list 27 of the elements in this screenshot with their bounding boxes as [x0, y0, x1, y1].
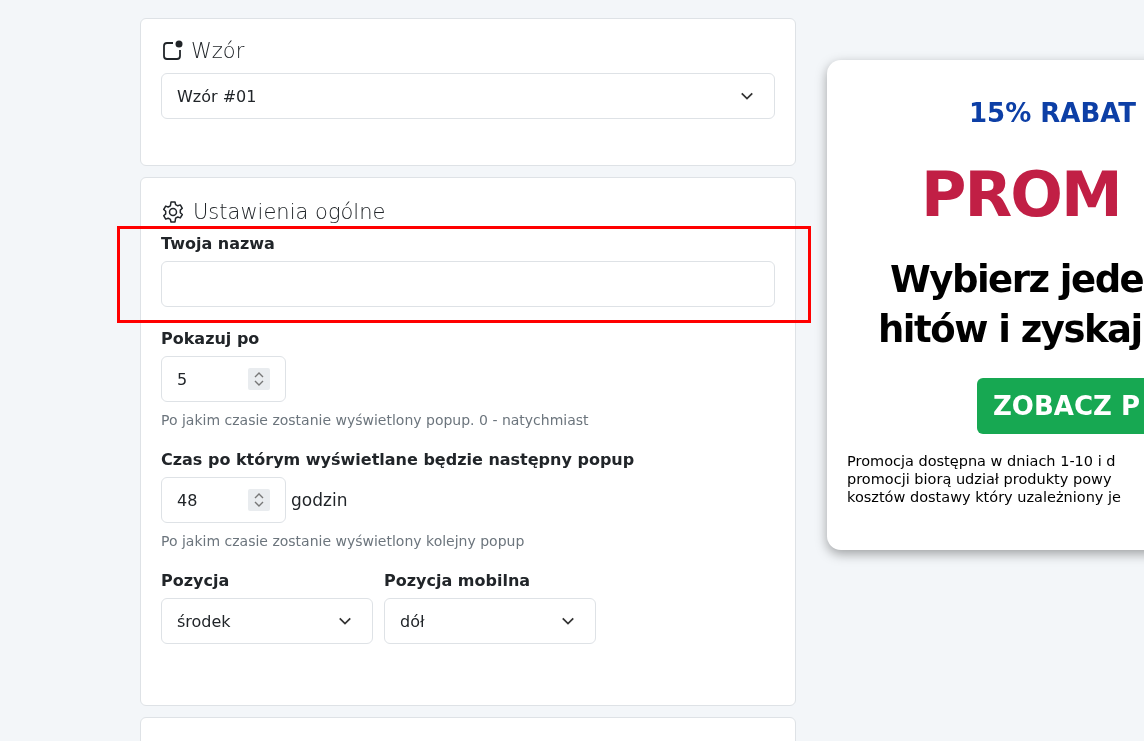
promo-subtitle: hitów i zyskaj	[878, 308, 1142, 351]
template-select[interactable]: Wzór #01	[161, 73, 775, 119]
position-select[interactable]: środek	[161, 598, 373, 644]
settings-icon	[161, 200, 185, 224]
name-input-field[interactable]	[161, 261, 775, 307]
spinner-icon	[248, 489, 270, 511]
field-label: Pozycja	[161, 571, 231, 590]
promo-subtitle: Wybierz jede	[890, 258, 1144, 301]
field-label: Pozycja mobilna	[384, 571, 532, 590]
promo-heading: PROM	[921, 158, 1121, 231]
number-input-field[interactable]: 5	[161, 356, 286, 402]
field-label: Czas po którym wyświetlane będzie następny popup	[161, 450, 636, 469]
card-title: Wzór	[191, 39, 245, 63]
help-text: Po jakim czasie zostanie wyświetlony popup. 0 - natychmiast	[161, 412, 590, 428]
position-select[interactable]: dół	[384, 598, 596, 644]
field-label: Pokazuj po	[161, 329, 261, 348]
template-icon	[161, 40, 183, 62]
unit-label: godzin	[291, 490, 348, 510]
promo-note: Promocja dostępna w dniach 1-10 i d	[847, 452, 1117, 470]
number-input-field[interactable]: 48	[161, 477, 286, 523]
field-label: Twoja nazwa	[161, 234, 276, 253]
discount-heading: 15% RABAT	[969, 98, 1137, 128]
help-text: Po jakim czasie zostanie wyświetlony kolejny popup	[161, 533, 526, 549]
promo-note: kosztów dostawy który uzależniony je	[847, 488, 1121, 506]
spinner-icon	[248, 368, 270, 390]
promo-note: promocji biorą udział produkty powy	[847, 470, 1113, 488]
card-title: Ustawienia ogólne	[193, 200, 386, 224]
